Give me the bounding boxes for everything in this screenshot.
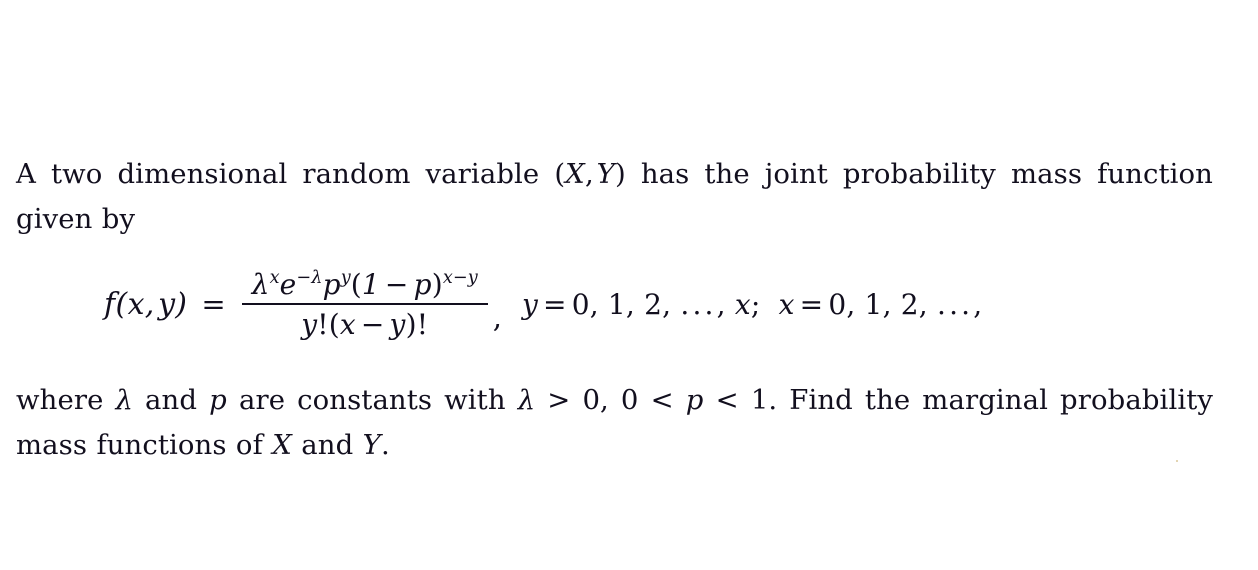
fraction: λxe−λpy(1− p)x−y y!(x − y)! (241, 267, 488, 341)
equation-left-hand-side: f(x, y) (104, 286, 188, 322)
paragraph-intro: A two dimensional random variable (X, Y)… (16, 152, 1213, 242)
equation-row: f(x, y) = λxe−λpy(1− p)x−y y!(x − y)! , y = 0… (104, 256, 982, 352)
equals-sign: = (201, 287, 226, 321)
display-equation: f(x, y) = λxe−λpy(1− p)x−y y!(x − y)! , y = 0… (16, 256, 1213, 352)
paragraph-constraints-text: where λ and p are constants with λ > 0, … (16, 384, 1214, 461)
paragraph-intro-text: A two dimensional random variable (X, Y)… (16, 158, 1213, 235)
problem-statement-paragraph-1: A two dimensional random variable (X, Y)… (16, 152, 1213, 242)
equation-conditions: y = 0, 1, 2, . . . , x; x = 0, 1, 2, . . . , (522, 287, 983, 321)
scan-artifact-speck (1176, 460, 1178, 462)
fraction-numerator: λxe−λpy(1− p)x−y (251, 267, 478, 301)
fraction-denominator: y!(x − y)! (301, 307, 429, 341)
document-page: A two dimensional random variable (X, Y)… (0, 0, 1258, 570)
paragraph-constraints: where λ and p are constants with λ > 0, … (16, 378, 1213, 468)
problem-statement-paragraph-2: where λ and p are constants with λ > 0, … (16, 378, 1213, 468)
equation-trailing-comma: , (492, 300, 502, 334)
